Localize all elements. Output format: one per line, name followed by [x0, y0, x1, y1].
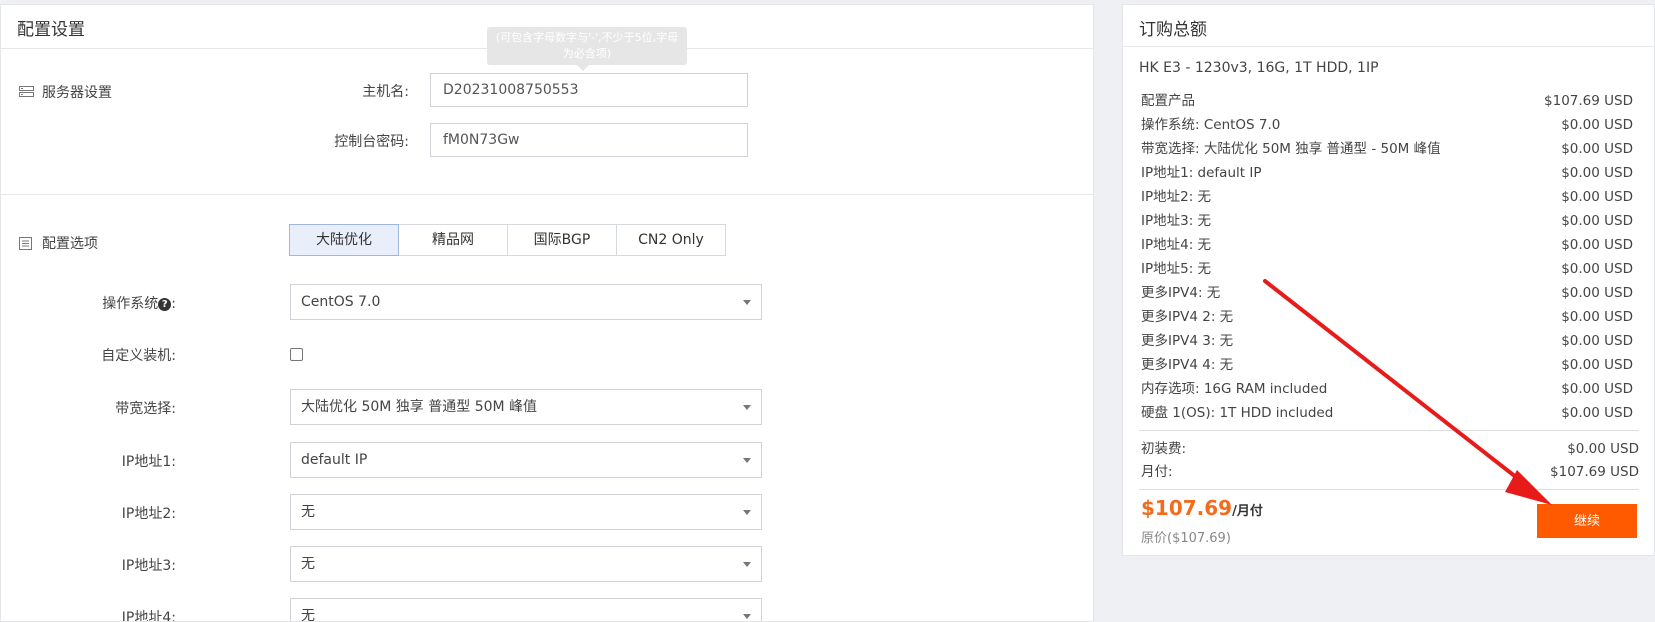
line-item-label: IP地址5: 无	[1141, 261, 1212, 277]
chevron-down-icon	[743, 510, 751, 515]
server-settings-label: 服务器设置	[42, 85, 112, 101]
os-select[interactable]: CentOS 7.0	[290, 284, 762, 320]
console-password-label: 控制台密码:	[334, 134, 409, 150]
network-tabs: 大陆优化 精品网 国际BGP CN2 Only	[289, 224, 726, 256]
hostname-label: 主机名:	[362, 84, 409, 100]
line-item: 更多IPV4 2: 无 $0.00 USD	[1141, 305, 1633, 329]
line-item: IP地址4: 无 $0.00 USD	[1141, 233, 1633, 257]
line-item: 更多IPV4: 无 $0.00 USD	[1141, 281, 1633, 305]
help-icon[interactable]: ?	[158, 298, 172, 311]
total-price: $107.69/月付	[1141, 496, 1263, 520]
line-item-label: 更多IPV4 4: 无	[1141, 357, 1234, 373]
tab-cn2-only[interactable]: CN2 Only	[616, 224, 726, 256]
server-settings-title: 服务器设置	[19, 82, 112, 102]
line-item-label: 内存选项: 16G RAM included	[1141, 381, 1328, 397]
ip1-select[interactable]: default IP	[290, 442, 762, 478]
line-item: 更多IPV4 4: 无 $0.00 USD	[1141, 353, 1633, 377]
line-item-label: 配置产品	[1141, 93, 1195, 109]
line-item: IP地址5: 无 $0.00 USD	[1141, 257, 1633, 281]
summary-divider	[1139, 430, 1639, 431]
chevron-down-icon	[743, 614, 751, 619]
custom-install-label: 自定义装机:	[101, 348, 176, 364]
setup-fee-label: 初装费:	[1141, 441, 1187, 457]
line-item-price: $0.00 USD	[1561, 189, 1633, 205]
config-options-title: 配置选项	[19, 233, 98, 253]
order-summary-title: 订购总额	[1123, 5, 1654, 47]
line-item-price: $0.00 USD	[1561, 117, 1633, 133]
order-summary-panel: 订购总额 HK E3 - 1230v3, 16G, 1T HDD, 1IP 配置…	[1122, 4, 1655, 556]
line-item: IP地址3: 无 $0.00 USD	[1141, 209, 1633, 233]
line-item-price: $0.00 USD	[1561, 333, 1633, 349]
line-item-price: $0.00 USD	[1561, 357, 1633, 373]
line-item: 配置产品 $107.69 USD	[1141, 89, 1633, 113]
line-item-price: $0.00 USD	[1561, 261, 1633, 277]
server-settings-section: 服务器设置 主机名: D20231008750553 控制台密码: fM0N73…	[1, 49, 1093, 195]
continue-button[interactable]: 继续	[1537, 504, 1637, 538]
hostname-input[interactable]: D20231008750553	[430, 73, 748, 107]
ip4-label: IP地址4:	[121, 610, 176, 622]
monthly-row: 月付: $107.69 USD	[1141, 461, 1639, 484]
line-item-label: 更多IPV4 2: 无	[1141, 309, 1234, 325]
line-item: IP地址2: 无 $0.00 USD	[1141, 185, 1633, 209]
chevron-down-icon	[743, 300, 751, 305]
line-item-price: $0.00 USD	[1561, 165, 1633, 181]
ip4-select[interactable]: 无	[290, 598, 762, 621]
line-item: 操作系统: CentOS 7.0 $0.00 USD	[1141, 113, 1633, 137]
original-price: 原价($107.69)	[1141, 531, 1231, 546]
line-item-label: 更多IPV4: 无	[1141, 285, 1221, 301]
config-options-label: 配置选项	[42, 236, 98, 252]
line-item-price: $0.00 USD	[1561, 405, 1633, 421]
os-label: 操作系统?:	[102, 296, 176, 312]
line-item-price: $0.00 USD	[1561, 213, 1633, 229]
custom-install-checkbox[interactable]	[290, 348, 303, 361]
line-item-label: 更多IPV4 3: 无	[1141, 333, 1234, 349]
totals: 初装费: $0.00 USD 月付: $107.69 USD	[1141, 438, 1639, 484]
ip1-label: IP地址1:	[121, 454, 176, 470]
total-price-unit: /月付	[1232, 504, 1263, 519]
chevron-down-icon	[743, 405, 751, 410]
line-item-label: IP地址2: 无	[1141, 189, 1212, 205]
line-item-label: IP地址3: 无	[1141, 213, 1212, 229]
line-item-price: $107.69 USD	[1544, 93, 1633, 109]
product-name: HK E3 - 1230v3, 16G, 1T HDD, 1IP	[1139, 60, 1379, 76]
ip3-label: IP地址3:	[121, 558, 176, 574]
line-item-price: $0.00 USD	[1561, 237, 1633, 253]
line-items-list: 配置产品 $107.69 USD 操作系统: CentOS 7.0 $0.00 USD…	[1141, 89, 1633, 425]
server-icon	[19, 86, 34, 98]
setup-fee-row: 初装费: $0.00 USD	[1141, 438, 1639, 461]
line-item-price: $0.00 USD	[1561, 285, 1633, 301]
hostname-tooltip: (可包含字母数字与'-',不少于5位,字母为必含项)	[487, 27, 687, 71]
bandwidth-label: 带宽选择:	[115, 401, 176, 417]
ip3-select[interactable]: 无	[290, 546, 762, 582]
setup-fee-value: $0.00 USD	[1567, 441, 1639, 457]
line-item-label: IP地址4: 无	[1141, 237, 1212, 253]
tab-international-bgp[interactable]: 国际BGP	[507, 224, 617, 256]
ip2-label: IP地址2:	[121, 506, 176, 522]
monthly-label: 月付:	[1141, 464, 1173, 480]
total-price-value: $107.69	[1141, 496, 1233, 520]
chevron-down-icon	[743, 458, 751, 463]
line-item-label: 硬盘 1(OS): 1T HDD included	[1141, 405, 1334, 421]
console-password-input[interactable]: fM0N73Gw	[430, 123, 748, 157]
tab-premium-network[interactable]: 精品网	[398, 224, 508, 256]
line-item: 内存选项: 16G RAM included $0.00 USD	[1141, 377, 1633, 401]
list-icon	[19, 237, 34, 250]
line-item-price: $0.00 USD	[1561, 381, 1633, 397]
ip2-select[interactable]: 无	[290, 494, 762, 530]
line-item-price: $0.00 USD	[1561, 309, 1633, 325]
line-item-price: $0.00 USD	[1561, 141, 1633, 157]
line-item: 更多IPV4 3: 无 $0.00 USD	[1141, 329, 1633, 353]
line-item: IP地址1: default IP $0.00 USD	[1141, 161, 1633, 185]
tab-mainland-optimized[interactable]: 大陆优化	[289, 224, 399, 256]
summary-divider	[1139, 489, 1639, 490]
line-item-label: IP地址1: default IP	[1141, 165, 1262, 181]
line-item: 硬盘 1(OS): 1T HDD included $0.00 USD	[1141, 401, 1633, 425]
line-item: 带宽选择: 大陆优化 50M 独享 普通型 - 50M 峰值 $0.00 USD	[1141, 137, 1633, 161]
monthly-value: $107.69 USD	[1550, 464, 1639, 480]
bandwidth-select[interactable]: 大陆优化 50M 独享 普通型 50M 峰值	[290, 389, 762, 425]
chevron-down-icon	[743, 562, 751, 567]
line-item-label: 带宽选择: 大陆优化 50M 独享 普通型 - 50M 峰值	[1141, 141, 1441, 157]
line-item-label: 操作系统: CentOS 7.0	[1141, 117, 1281, 133]
config-panel: 配置设置 服务器设置 主机名: D20231008750553 控制台密码: f…	[0, 4, 1094, 622]
